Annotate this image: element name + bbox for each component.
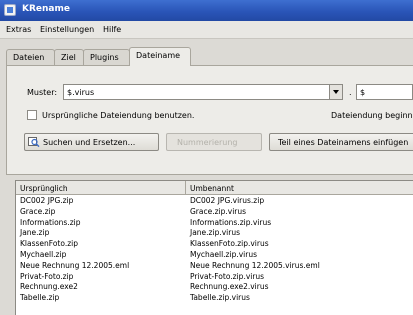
renamed-filename: Neue Rechnung 12.2005.virus.eml [190, 260, 320, 270]
extension-start-label: Dateiendung beginn [331, 111, 413, 120]
table-row[interactable]: Informations.zip Informations.zip.virus [16, 217, 413, 228]
file-list[interactable]: Ursprünglich Umbenannt DC002 JPG.zip DC00… [15, 180, 413, 315]
table-row[interactable]: DC002 JPG.zip DC002 JPG.virus.zip [16, 195, 413, 206]
tab-dateien[interactable]: Dateien [6, 49, 55, 65]
renamed-filename: Informations.zip.virus [190, 217, 272, 227]
extension-combo[interactable]: $ [356, 84, 413, 100]
list-rows: DC002 JPG.zip DC002 JPG.virus.zip Grace.zi… [16, 195, 413, 303]
original-extension-label: Ursprüngliche Dateiendung benutzen. [42, 111, 195, 120]
column-renamed[interactable]: Umbenannt [186, 181, 413, 195]
extension-dot: . [349, 88, 352, 97]
original-filename: DC002 JPG.zip [20, 196, 74, 205]
original-filename: Rechnung.exe2 [20, 282, 78, 292]
tab-bar: Dateien Ziel Plugins Dateiname [6, 47, 413, 66]
menu-einstellungen[interactable]: Einstellungen [40, 25, 94, 34]
title-bar: KRename [0, 0, 413, 21]
menu-bar: Extras Einstellungen Hilfe [0, 21, 413, 39]
numbering-button: Nummerierung [166, 133, 262, 151]
menu-hilfe[interactable]: Hilfe [103, 25, 121, 34]
renamed-filename: Tabelle.zip.virus [190, 293, 250, 303]
table-row[interactable]: Grace.zip Grace.zip.virus [16, 206, 413, 217]
table-row[interactable]: Mychaell.zip Mychaell.zip.virus [16, 249, 413, 260]
pattern-value: $.virus [67, 88, 95, 97]
original-extension-checkbox[interactable] [27, 110, 37, 120]
column-original[interactable]: Ursprünglich [16, 181, 186, 195]
window-title: KRename [22, 4, 70, 14]
list-header: Ursprünglich Umbenannt [16, 181, 413, 195]
tab-plugins[interactable]: Plugins [83, 49, 130, 65]
insert-part-button[interactable]: Teil eines Dateinamens einfügen [269, 133, 413, 151]
original-filename: Informations.zip [20, 217, 81, 227]
menu-extras[interactable]: Extras [6, 25, 31, 34]
extension-value: $ [360, 88, 366, 97]
original-filename: Jane.zip [20, 228, 50, 238]
table-row[interactable]: KlassenFoto.zip KlassenFoto.zip.virus [16, 238, 413, 249]
table-row[interactable]: Jane.zip Jane.zip.virus [16, 227, 413, 238]
renamed-filename: Privat-Foto.zip.virus [190, 271, 265, 281]
renamed-filename: Rechnung.exe2.virus [190, 282, 269, 292]
table-row[interactable]: Neue Rechnung 12.2005.eml Neue Rechnung 1… [16, 260, 413, 271]
search-replace-icon [28, 137, 40, 148]
dateiname-panel [6, 65, 413, 175]
tab-dateiname[interactable]: Dateiname [129, 47, 191, 66]
renamed-filename: Grace.zip.virus [190, 206, 247, 216]
table-row[interactable]: Privat-Foto.zip Privat-Foto.zip.virus [16, 271, 413, 282]
table-row[interactable]: Rechnung.exe2 Rechnung.exe2.virus [16, 281, 413, 292]
table-row[interactable]: Tabelle.zip Tabelle.zip.virus [16, 292, 413, 303]
renamed-filename: Jane.zip.virus [190, 228, 240, 238]
original-filename: Tabelle.zip [20, 293, 60, 303]
original-filename: Mychaell.zip [20, 249, 67, 259]
original-filename: Neue Rechnung 12.2005.eml [20, 260, 130, 270]
renamed-filename: KlassenFoto.zip.virus [190, 239, 269, 249]
renamed-filename: Mychaell.zip.virus [190, 249, 257, 259]
search-replace-button[interactable]: Suchen und Ersetzen... [24, 133, 159, 151]
pattern-combo[interactable]: $.virus [63, 84, 343, 100]
original-filename: KlassenFoto.zip [20, 239, 78, 249]
original-filename: Grace.zip [20, 206, 56, 216]
app-icon [4, 4, 16, 16]
renamed-filename: DC002 JPG.virus.zip [190, 196, 265, 205]
chevron-down-icon[interactable] [329, 85, 342, 99]
tab-ziel[interactable]: Ziel [54, 49, 84, 65]
pattern-label: Muster: [27, 88, 58, 97]
original-filename: Privat-Foto.zip [20, 271, 74, 281]
